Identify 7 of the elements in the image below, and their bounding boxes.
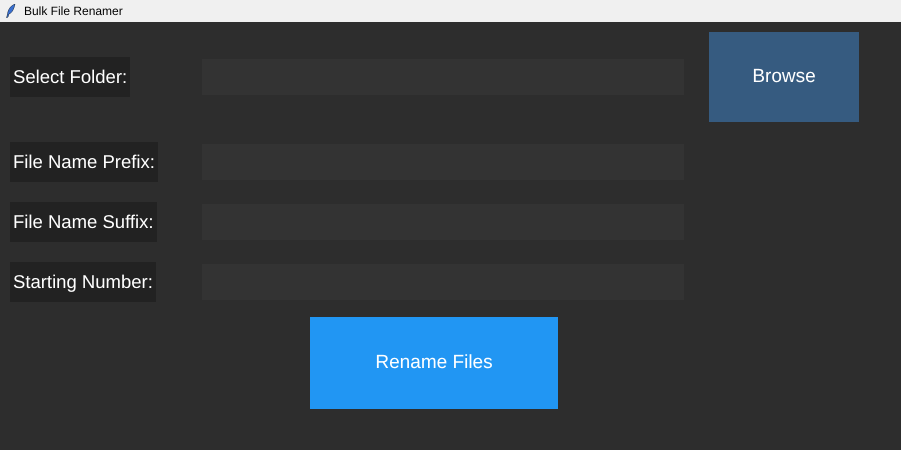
feather-icon xyxy=(6,4,16,18)
field-label: File Name Suffix: xyxy=(10,202,157,242)
field-label: File Name Prefix: xyxy=(10,142,158,182)
window-title: Bulk File Renamer xyxy=(24,4,123,18)
field-label: Select Folder: xyxy=(10,57,130,97)
field-label: Starting Number: xyxy=(10,262,156,302)
browse-button[interactable]: Browse xyxy=(709,32,859,122)
